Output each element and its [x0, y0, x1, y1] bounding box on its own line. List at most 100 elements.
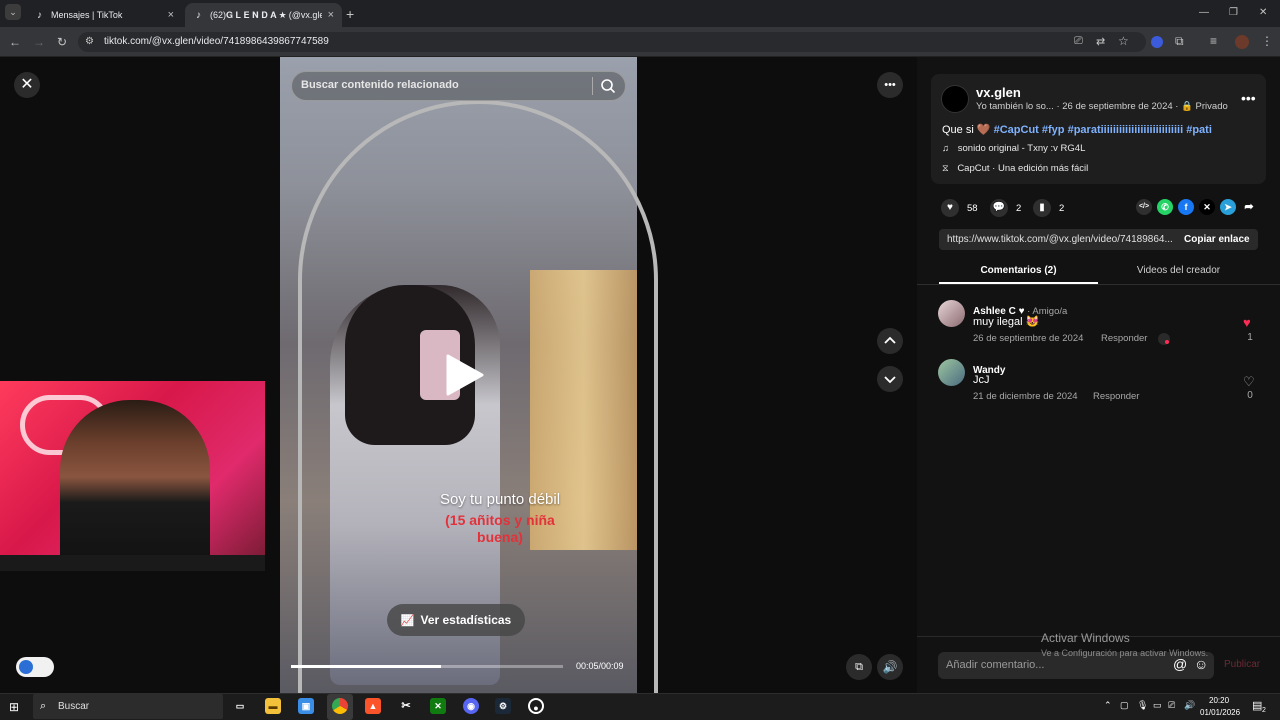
restore-button[interactable]: ❐	[1229, 7, 1238, 18]
close-video-button[interactable]: ✕	[14, 72, 40, 98]
post-comment-button[interactable]: Publicar	[1224, 659, 1260, 670]
xbox-icon[interactable]: ✕	[430, 698, 446, 714]
site-info-icon[interactable]: ⚙	[85, 36, 94, 47]
tab-comments[interactable]: Comentarios (2)	[939, 265, 1098, 276]
comment-like-count: 1	[1247, 332, 1253, 343]
capcut-icon: ⧖	[942, 163, 949, 174]
comment-placeholder: Añadir comentario...	[946, 659, 1045, 671]
mention-icon[interactable]: @	[1173, 656, 1187, 672]
reload-icon[interactable]: ↻	[53, 33, 71, 51]
view-stats-button[interactable]: 📈 Ver estadísticas	[387, 604, 525, 636]
reply-button[interactable]: Responder	[1093, 391, 1139, 402]
hashtag[interactable]: #fyp	[1042, 124, 1065, 136]
taskbar-time[interactable]: 20:20	[1209, 696, 1229, 705]
steam-icon[interactable]: ⚙	[495, 698, 511, 714]
tray-chevron-up-icon[interactable]: ⌃	[1104, 700, 1112, 711]
capcut-link[interactable]: ⧖ CapCut · Una edición más fácil	[942, 163, 1088, 174]
profile-avatar[interactable]	[1235, 35, 1249, 49]
x-icon[interactable]: ✕	[1199, 199, 1215, 215]
video-time: 00:05/00:09	[576, 661, 624, 671]
share-link-text[interactable]: https://www.tiktok.com/@vx.glen/video/74…	[947, 234, 1173, 245]
tiktok-icon: ♪	[196, 9, 201, 21]
hashtag[interactable]: #CapCut	[994, 124, 1039, 136]
forward-icon[interactable]: →	[30, 33, 48, 51]
play-icon[interactable]	[440, 352, 486, 398]
tab-label: (62)𝐆 𝐋 𝐄 𝐍 𝐃 𝐀 ★ (@vx.gle	[210, 9, 322, 20]
translate-icon[interactable]: ⇄	[1096, 35, 1105, 48]
avatar[interactable]	[938, 300, 965, 327]
chevron-down-icon	[884, 376, 896, 384]
brave-icon[interactable]: ▲	[365, 698, 381, 714]
back-icon[interactable]: ←	[6, 33, 24, 51]
volume-button[interactable]: 🔊	[877, 654, 903, 680]
comment-like-heart-icon[interactable]: ♥	[1243, 315, 1251, 330]
more-options-button[interactable]: •••	[877, 72, 903, 98]
extensions-puzzle-icon[interactable]: ⧉	[1175, 34, 1184, 49]
whatsapp-icon[interactable]: ✆	[1157, 199, 1173, 215]
save-button[interactable]: ▮ 2	[1033, 199, 1064, 217]
discord-icon[interactable]: ◉	[463, 698, 479, 714]
capcut-app-icon[interactable]: ✂	[398, 698, 414, 714]
comment-text: muy ilegal 😻	[973, 316, 1040, 328]
notifications-icon[interactable]: ▤	[1252, 699, 1262, 712]
install-app-icon[interactable]: ⎚	[1074, 35, 1083, 48]
telegram-icon[interactable]: ➤	[1220, 199, 1236, 215]
search-icon[interactable]	[600, 78, 616, 94]
post-subline: Yo también lo so... · 26 de septiembre d…	[976, 101, 1228, 112]
hashtag[interactable]: #pati	[1186, 124, 1212, 136]
store-icon[interactable]: ▣	[298, 698, 314, 714]
url-text[interactable]: tiktok.com/@vx.glen/video/74189864398677…	[104, 36, 329, 47]
task-view-icon[interactable]: ▭	[232, 698, 248, 714]
post-more-button[interactable]: •••	[1241, 90, 1256, 106]
windows-start-icon[interactable]: ⊞	[9, 700, 19, 714]
bookmark-star-icon[interactable]: ☆	[1118, 34, 1129, 48]
volume-icon: 🔊	[882, 660, 898, 674]
speaker-icon[interactable]: 🔊	[1184, 700, 1195, 711]
caption-text: Que si 🤎	[942, 124, 994, 136]
avatar[interactable]	[941, 85, 969, 113]
close-window-button[interactable]: ✕	[1259, 7, 1267, 18]
view-stats-label: Ver estadísticas	[420, 613, 512, 627]
facebook-icon[interactable]: f	[1178, 199, 1194, 215]
tab-mensajes[interactable]: ♪ Mensajes | TikTok ×	[26, 3, 182, 27]
tab-close-button[interactable]: ×	[168, 9, 174, 21]
avatar[interactable]	[938, 359, 965, 386]
new-tab-button[interactable]: +	[346, 6, 354, 22]
taskbar-date[interactable]: 01/01/2026	[1200, 708, 1240, 717]
username[interactable]: vx.glen	[976, 85, 1021, 100]
file-explorer-icon[interactable]: ▬	[265, 698, 281, 714]
sound-link[interactable]: ♫ sonido original - Txny :v RG4L	[942, 143, 1085, 154]
comment-count: 2	[1016, 202, 1022, 214]
like-button[interactable]: ♥ 58	[941, 199, 978, 217]
tray-device-icon[interactable]: ▭	[1153, 700, 1162, 711]
tab-search-button[interactable]: ⌄	[5, 4, 21, 20]
menu-kebab-icon[interactable]: ⋮	[1261, 34, 1273, 48]
share-icon[interactable]: ➦	[1241, 199, 1257, 215]
next-video-button[interactable]	[877, 366, 903, 392]
emoji-icon[interactable]: ☺	[1194, 656, 1208, 672]
pip-icon: ⧉	[855, 661, 863, 673]
tabs-divider	[917, 284, 1280, 285]
extension-icon[interactable]	[1151, 36, 1163, 48]
microphone-icon[interactable]: 🎙	[1137, 700, 1148, 711]
reply-button[interactable]: Responder	[1101, 333, 1147, 344]
obs-icon[interactable]: ●	[528, 698, 544, 714]
tab-creator-videos[interactable]: Videos del creador	[1098, 265, 1259, 276]
comment-button[interactable]: 💬 2	[990, 199, 1021, 217]
network-icon[interactable]: ⎚	[1168, 700, 1175, 711]
media-control-icon[interactable]: ≡	[1210, 34, 1217, 48]
bookmark-icon: ▮	[1033, 199, 1051, 217]
tab-video[interactable]: ♪ (62)𝐆 𝐋 𝐄 𝐍 𝐃 𝐀 ★ (@vx.gle ×	[185, 3, 342, 27]
tab-close-button[interactable]: ×	[328, 9, 334, 21]
comment-like-heart-outline-icon[interactable]: ♡	[1243, 374, 1255, 390]
comment-text: JcJ	[973, 374, 990, 386]
copy-link-button[interactable]: Copiar enlace	[1184, 234, 1250, 245]
previous-video-button[interactable]	[877, 328, 903, 354]
hashtag[interactable]: #paratiiiiiiiiiiiiiiiiiiiiiiiiiii	[1068, 124, 1184, 136]
taskbar-search-placeholder: Buscar	[58, 701, 90, 712]
floating-player-button[interactable]: ⧉	[846, 654, 872, 680]
chrome-icon[interactable]	[332, 698, 348, 714]
embed-icon[interactable]: </>	[1136, 199, 1152, 215]
tray-app-icon[interactable]: ▢	[1120, 700, 1129, 711]
minimize-button[interactable]: —	[1199, 7, 1209, 18]
